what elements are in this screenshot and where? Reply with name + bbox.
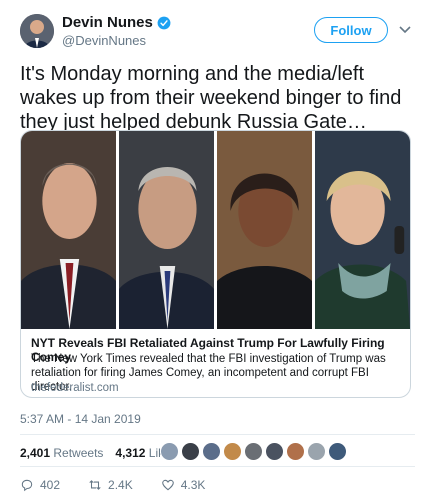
verified-icon (157, 16, 171, 29)
card-photo-1 (21, 131, 116, 329)
link-card[interactable]: NYT Reveals FBI Retaliated Against Trump… (20, 130, 411, 398)
card-photo-3 (214, 131, 312, 329)
liker-avatar[interactable] (244, 442, 263, 461)
card-image (21, 131, 410, 329)
display-name-text: Devin Nunes (62, 14, 153, 31)
liker-avatar[interactable] (181, 442, 200, 461)
liker-avatar[interactable] (286, 442, 305, 461)
retweets-count: 2,401 (20, 446, 51, 460)
follow-button[interactable]: Follow (314, 17, 388, 43)
card-photo-4 (312, 131, 410, 329)
reply-count: 402 (40, 478, 61, 492)
liker-avatar[interactable] (265, 442, 284, 461)
avatar[interactable] (20, 14, 54, 48)
divider (20, 434, 415, 435)
heart-icon (161, 479, 174, 491)
tweet-actions: 402 2.4K 4.3K (20, 478, 205, 492)
like-count: 4.3K (180, 478, 206, 492)
user-handle[interactable]: @DevinNunes (62, 33, 146, 48)
divider (20, 466, 415, 467)
liker-avatar[interactable] (328, 442, 347, 461)
retweets-label: Retweets (53, 446, 104, 460)
tweet-text: It's Monday morning and the media/left w… (20, 63, 402, 133)
liker-avatars (160, 442, 347, 461)
liker-avatar[interactable] (307, 442, 326, 461)
liker-avatar[interactable] (223, 442, 242, 461)
display-name[interactable]: Devin Nunes (62, 14, 171, 31)
retweet-button[interactable]: 2.4K (88, 478, 133, 492)
chevron-down-icon[interactable] (399, 25, 411, 35)
tweet-timestamp[interactable]: 5:37 AM - 14 Jan 2019 (20, 412, 141, 426)
likes-count: 4,312 (115, 446, 146, 460)
retweet-icon (89, 480, 101, 490)
card-photo-2 (116, 131, 214, 329)
reply-button[interactable]: 402 (20, 478, 60, 492)
liker-avatar[interactable] (160, 442, 179, 461)
retweets-stat[interactable]: 2,401 Retweets (20, 446, 103, 460)
tweet-stats: 2,401 Retweets 4,312 Likes (20, 446, 177, 460)
retweet-count: 2.4K (108, 478, 133, 492)
card-domain: thefederalist.com (31, 382, 119, 394)
liker-avatar[interactable] (202, 442, 221, 461)
reply-icon (21, 479, 33, 492)
like-button[interactable]: 4.3K (161, 478, 206, 492)
